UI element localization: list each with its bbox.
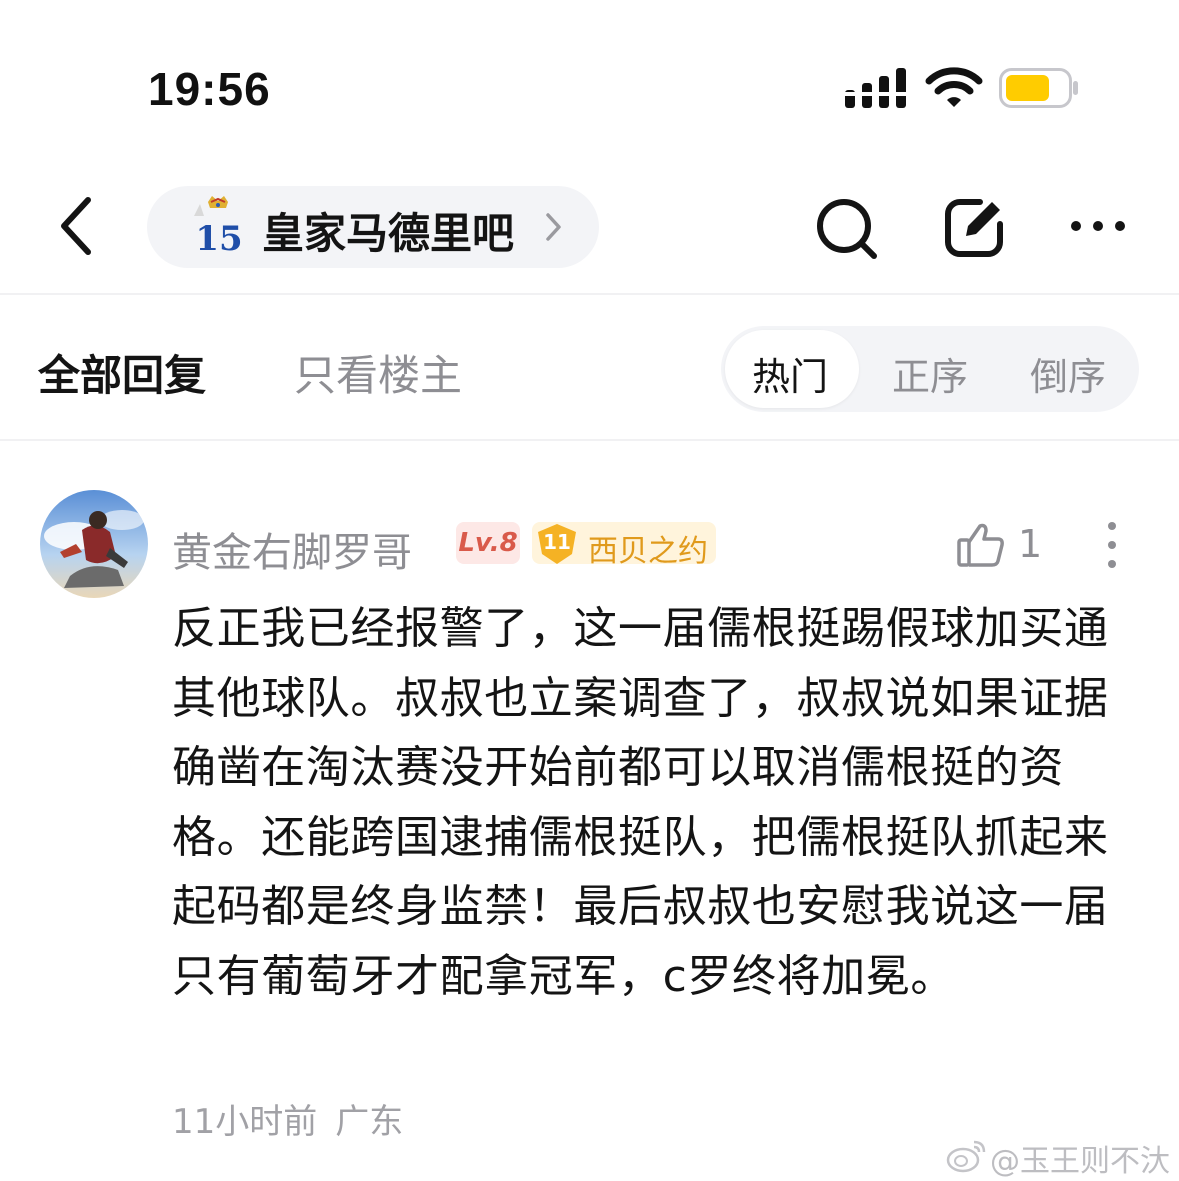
tab-all-replies[interactable]: 全部回复 [38, 342, 206, 403]
cellular-signal-icon [845, 68, 907, 108]
weibo-logo-icon [946, 1140, 986, 1173]
fan-title: 西贝之约 [588, 534, 708, 569]
forum-name[interactable]: 皇家马德里吧 [262, 200, 514, 261]
filter-divider [0, 439, 1179, 441]
sort-ascending[interactable]: 正序 [892, 346, 968, 401]
comment-username[interactable]: 黄金右脚罗哥 [172, 520, 412, 578]
sort-hot[interactable]: 热门 [752, 346, 828, 401]
status-time: 19:56 [148, 63, 271, 115]
nav-divider [0, 293, 1179, 295]
watermark-text: @玉王则不汏 [990, 1144, 1170, 1179]
chevron-right-icon [546, 213, 561, 241]
search-icon[interactable] [814, 196, 880, 262]
fan-level: 11 [543, 530, 571, 554]
comment-location: 广东 [335, 1102, 404, 1142]
comment-more-icon[interactable] [1100, 520, 1124, 570]
thumbs-up-icon[interactable] [956, 522, 1006, 568]
avatar[interactable] [40, 490, 148, 598]
tab-op-only[interactable]: 只看楼主 [294, 342, 462, 403]
back-icon[interactable] [56, 194, 100, 258]
comment-meta: 11小时前 广东 [172, 1094, 403, 1143]
battery-icon [999, 68, 1078, 108]
wifi-icon [925, 67, 983, 107]
edit-icon[interactable] [942, 196, 1006, 260]
like-count: 1 [1018, 522, 1043, 566]
comment-text: 反正我已经报警了，这一届儒根挺踢假球加买通其他球队。叔叔也立案调查了，叔叔说如果… [172, 603, 1109, 1002]
sort-descending[interactable]: 倒序 [1030, 346, 1106, 401]
forum-logo: 15 [194, 196, 243, 256]
level-badge: Lv.8 [456, 522, 520, 564]
svg-text:15: 15 [195, 219, 242, 256]
comment-time: 11小时前 [172, 1102, 318, 1142]
more-icon[interactable] [1066, 216, 1130, 236]
